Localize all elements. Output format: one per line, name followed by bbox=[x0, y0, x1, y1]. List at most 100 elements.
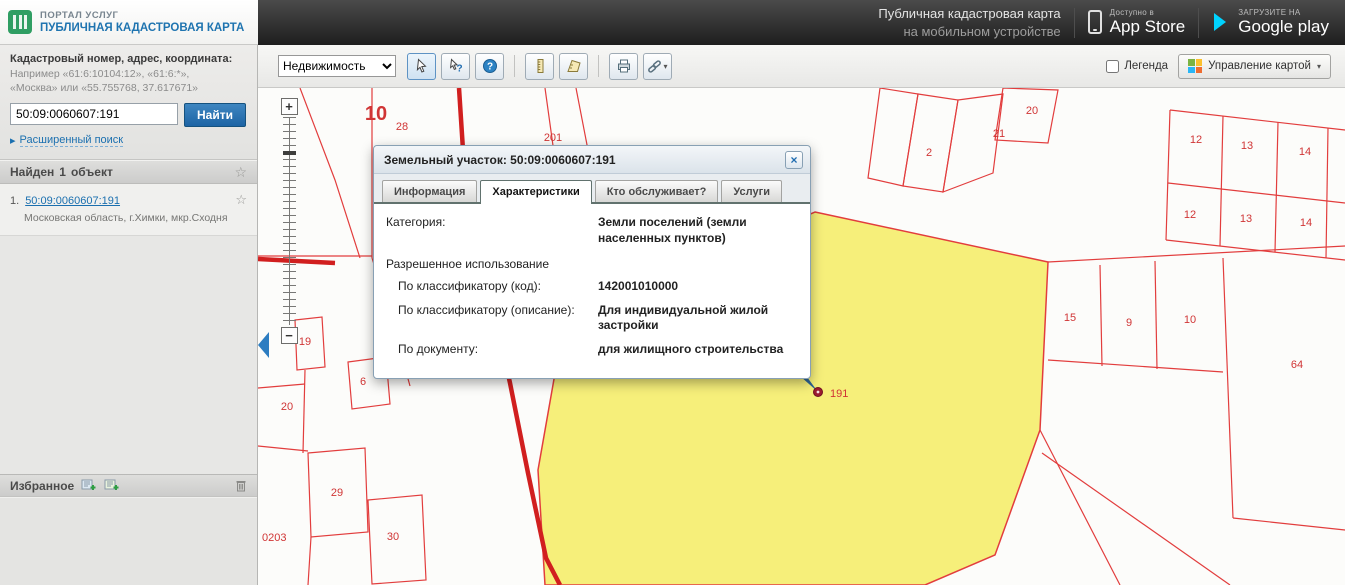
app-title: ПУБЛИЧНАЯ КАДАСТРОВАЯ КАРТА bbox=[40, 22, 245, 34]
tab-characteristics[interactable]: Характеристики bbox=[480, 180, 592, 204]
parcel-label: 21 bbox=[993, 128, 1005, 140]
map-manage-button[interactable]: Управление картой ▾ bbox=[1178, 53, 1331, 79]
parcel-label: 29 bbox=[331, 487, 343, 499]
field-value: Земли поселений (земли населенных пункто… bbox=[598, 215, 747, 245]
section-label: Разрешенное использование bbox=[386, 257, 550, 272]
portal-logo-icon bbox=[8, 10, 32, 34]
popup-header[interactable]: Земельный участок: 50:09:0060607:191 × bbox=[374, 146, 810, 174]
top-header: ПОРТАЛ УСЛУГ ПУБЛИЧНАЯ КАДАСТРОВАЯ КАРТА… bbox=[0, 0, 1345, 45]
parcel-label: 12 bbox=[1190, 134, 1202, 146]
legend-checkbox[interactable] bbox=[1106, 59, 1120, 73]
result-link[interactable]: 50:09:0060607:191 bbox=[25, 195, 120, 207]
portal-logo[interactable]: ПОРТАЛ УСЛУГ ПУБЛИЧНАЯ КАДАСТРОВАЯ КАРТА bbox=[0, 0, 258, 45]
close-icon[interactable]: × bbox=[785, 150, 803, 169]
field-label: По классификатору (описание): bbox=[398, 302, 575, 317]
map-link-button[interactable]: ▾ bbox=[643, 52, 672, 80]
parcel-label: 20 bbox=[1026, 105, 1038, 117]
phone-icon bbox=[1087, 10, 1102, 35]
popup-title: Земельный участок: 50:09:0060607:191 bbox=[384, 152, 616, 167]
portal-name: ПОРТАЛ УСЛУГ bbox=[40, 10, 119, 21]
measure-length-button[interactable] bbox=[525, 52, 554, 80]
search-hint-line1: Например «61:6:10104:12», «61:6:*», bbox=[10, 68, 190, 80]
popup-body: Категория: Земли поселений (земли населе… bbox=[374, 204, 810, 378]
divider bbox=[1198, 7, 1200, 38]
play-icon bbox=[1212, 12, 1230, 32]
tab-services[interactable]: Услуги bbox=[721, 180, 782, 202]
divider bbox=[514, 55, 515, 77]
parcel-label: 64 bbox=[1291, 359, 1303, 371]
parcel-label: 13 bbox=[1240, 213, 1252, 225]
field-label: По классификатору (код): bbox=[398, 279, 541, 294]
app-root: ПОРТАЛ УСЛУГ ПУБЛИЧНАЯ КАДАСТРОВАЯ КАРТА… bbox=[0, 0, 1345, 585]
portal-logo-text: ПОРТАЛ УСЛУГ ПУБЛИЧНАЯ КАДАСТРОВАЯ КАРТА bbox=[40, 10, 244, 34]
search-input[interactable] bbox=[10, 103, 178, 126]
marker-label: 191 bbox=[830, 388, 848, 400]
appstore-badge[interactable]: Доступно в App Store bbox=[1087, 8, 1185, 36]
zoom-control: + − bbox=[280, 98, 298, 344]
quarter-label: 10 bbox=[365, 103, 387, 125]
trash-icon[interactable] bbox=[235, 479, 247, 492]
star-icon[interactable]: ☆ bbox=[235, 192, 247, 208]
printer-icon bbox=[617, 59, 630, 73]
parcel-label: 28 bbox=[396, 121, 408, 133]
search-panel: Кадастровый номер, адрес, координата: На… bbox=[0, 45, 257, 161]
zoom-slider-track[interactable] bbox=[282, 117, 296, 325]
divider bbox=[598, 55, 599, 77]
result-address: Московская область, г.Химки, мкр.Сходня bbox=[24, 212, 228, 225]
search-label: Кадастровый номер, адрес, координата: bbox=[10, 53, 233, 65]
results-count: 1 bbox=[59, 165, 66, 180]
help-icon: ? bbox=[482, 59, 497, 73]
zoom-slider-handle[interactable] bbox=[282, 151, 296, 155]
legend-label: Легенда bbox=[1124, 60, 1169, 72]
parcel-label: 14 bbox=[1300, 217, 1312, 229]
quarter-label: 0203 bbox=[262, 532, 286, 544]
cursor-icon bbox=[416, 58, 427, 73]
tab-who-services[interactable]: Кто обслуживает? bbox=[594, 180, 719, 202]
parcel-label: 30 bbox=[387, 531, 399, 543]
ruler-length-icon bbox=[537, 59, 543, 73]
ruler-area-icon bbox=[566, 59, 581, 72]
star-icon[interactable]: ☆ bbox=[234, 164, 247, 181]
field-value: 142001010000 bbox=[598, 279, 679, 294]
link-icon bbox=[648, 59, 662, 73]
parcel-label: 20 bbox=[281, 401, 293, 413]
results-header: Найден 1 объект ☆ bbox=[0, 160, 257, 185]
chevron-down-icon: ▾ bbox=[1316, 61, 1321, 71]
parcel-label: 201 bbox=[544, 132, 562, 144]
mobile-promo-text: Публичная кадастровая карта на мобильном… bbox=[878, 5, 1061, 39]
layer-category-select[interactable]: Недвижимость bbox=[278, 55, 396, 77]
identify-icon: ? bbox=[449, 58, 462, 74]
find-button[interactable]: Найти bbox=[184, 103, 246, 128]
tab-information[interactable]: Информация bbox=[382, 180, 478, 202]
favorites-label: Избранное bbox=[10, 478, 75, 493]
map-marker[interactable] bbox=[813, 387, 823, 397]
favorites-empty-area bbox=[0, 497, 257, 585]
help-tool-button[interactable]: ? bbox=[475, 52, 504, 80]
field-label: По документу: bbox=[398, 341, 479, 356]
pan-tool-button[interactable] bbox=[407, 52, 436, 80]
parcel-label: 6 bbox=[360, 376, 366, 388]
zoom-out-button[interactable]: − bbox=[280, 327, 298, 344]
zoom-in-button[interactable]: + bbox=[280, 98, 298, 115]
advanced-search-link[interactable]: ▸ Расширенный поиск bbox=[10, 134, 124, 148]
parcel-info-popup: Земельный участок: 50:09:0060607:191 × И… bbox=[373, 145, 811, 379]
parcel-label: 9 bbox=[1126, 317, 1132, 329]
parcel-label: 19 bbox=[299, 336, 311, 348]
measure-area-button[interactable] bbox=[559, 52, 588, 80]
header-right: Публичная кадастровая карта на мобильном… bbox=[258, 0, 1345, 45]
identify-tool-button[interactable]: ? bbox=[441, 52, 470, 80]
chevron-down-icon: ▾ bbox=[663, 61, 668, 71]
import-favorites-icon[interactable] bbox=[104, 479, 120, 492]
print-button[interactable] bbox=[609, 52, 638, 80]
svg-text:?: ? bbox=[486, 62, 492, 73]
googleplay-badge[interactable]: ЗАГРУЗИТЕ НА Google play bbox=[1212, 8, 1329, 36]
export-favorites-icon[interactable] bbox=[81, 479, 97, 492]
sidebar: Кадастровый номер, адрес, координата: На… bbox=[0, 45, 258, 585]
map-area: Недвижимость ? ? ▾ Легенда Управление ка… bbox=[258, 45, 1345, 585]
legend-toggle: Легенда bbox=[1106, 59, 1169, 73]
result-item: 1. 50:09:0060607:191 ☆ Московская област… bbox=[0, 184, 257, 236]
result-index: 1. bbox=[10, 195, 20, 208]
parcel-label: 12 bbox=[1184, 209, 1196, 221]
map-canvas[interactable]: 10 28 201 2 20 21 12 13 14 12 13 14 15 9 bbox=[258, 88, 1345, 585]
